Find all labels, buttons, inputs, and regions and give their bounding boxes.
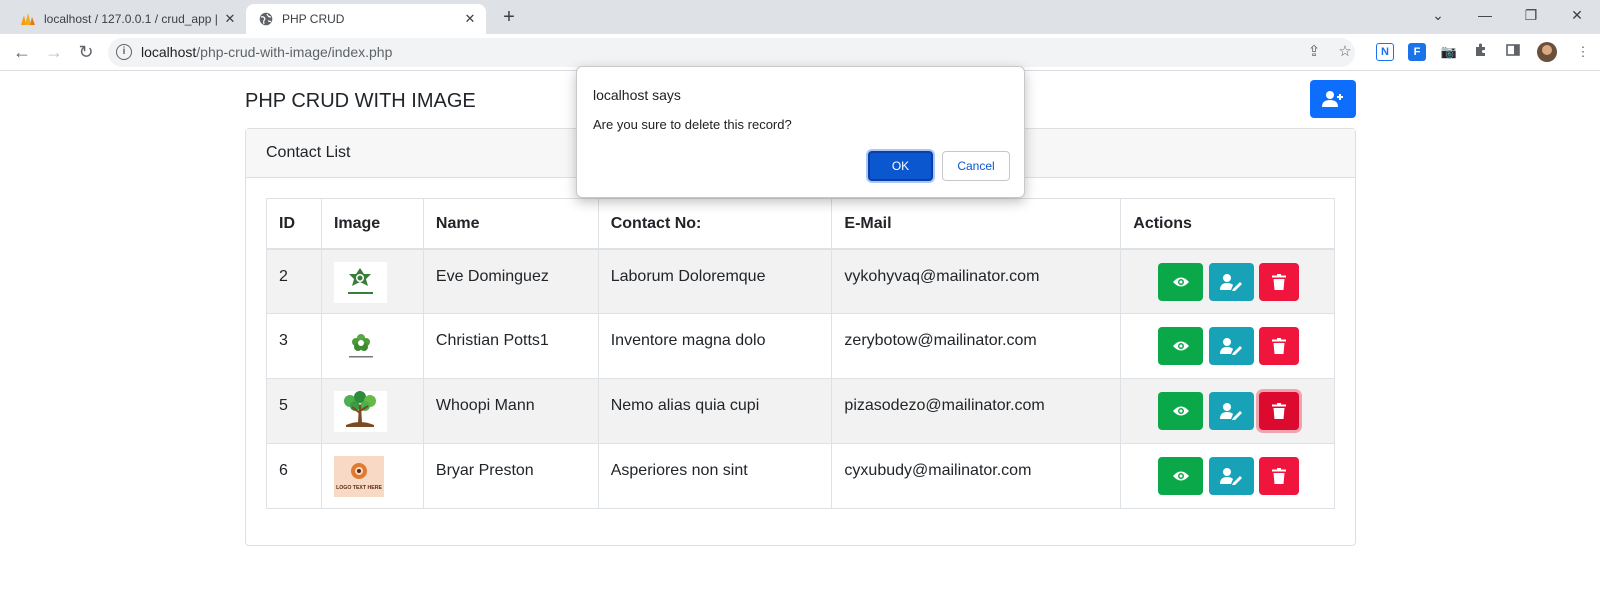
trash-icon — [1272, 338, 1287, 354]
logo-text: LOGO TEXT HERE — [336, 485, 382, 491]
user-edit-icon — [1220, 468, 1243, 485]
contact-cell: Nemo alias quia cupi — [597, 378, 833, 444]
edit-button[interactable] — [1208, 327, 1254, 365]
eye-icon — [1172, 471, 1189, 481]
browser-tab-bar: localhost / 127.0.0.1 / crud_app | ✕ PHP… — [0, 0, 1600, 34]
trash-icon — [1272, 468, 1287, 484]
tab-search-icon[interactable]: ⌄ — [1426, 4, 1450, 26]
contact-image — [333, 326, 387, 367]
user-edit-icon — [1220, 338, 1243, 355]
email-cell: zerybotow@mailinator.com — [831, 313, 1122, 379]
bookmark-star-icon[interactable]: ☆ — [1336, 43, 1354, 61]
column-header: E-Mail — [831, 198, 1122, 250]
eye-icon — [1172, 277, 1189, 286]
user-edit-icon — [1220, 273, 1243, 291]
back-icon[interactable]: ← — [10, 40, 34, 64]
avatar[interactable] — [1537, 42, 1557, 62]
ok-button[interactable]: OK — [868, 151, 933, 181]
edit-button[interactable] — [1208, 392, 1254, 430]
edit-button[interactable] — [1208, 457, 1254, 495]
puzzle-icon[interactable] — [1471, 42, 1491, 62]
delete-button[interactable] — [1259, 327, 1300, 365]
edit-button[interactable] — [1208, 262, 1254, 301]
table-row: 2 Eve Dominguez Laborum Doloremque vykoh… — [266, 248, 1335, 314]
name-cell: Eve Dominguez — [422, 248, 599, 314]
column-header: Actions — [1120, 198, 1335, 250]
contact-image — [333, 261, 387, 303]
add-user-button[interactable] — [1310, 80, 1356, 118]
tab-title: localhost / 127.0.0.1 / crud_app | — [44, 12, 218, 26]
id-cell: 6 — [266, 443, 322, 509]
globe-icon — [258, 11, 274, 27]
contact-cell: Laborum Doloremque — [597, 248, 833, 314]
info-icon[interactable]: i — [116, 44, 132, 60]
contact-table: ID Image Name Contact No: E-Mail Actions… — [266, 198, 1335, 509]
name-cell: Bryar Preston — [422, 443, 599, 509]
restore-icon[interactable]: ❐ — [1519, 4, 1543, 26]
contact-cell: Inventore magna dolo — [597, 313, 833, 379]
name-cell: Whoopi Mann — [422, 378, 599, 444]
view-button[interactable] — [1158, 327, 1204, 365]
extension-f-icon[interactable]: F — [1408, 43, 1426, 61]
trash-icon — [1272, 273, 1287, 290]
delete-button[interactable] — [1259, 262, 1300, 301]
table-row: 6 LOGO TEXT HERE Bryar Preston Asperiore… — [266, 443, 1335, 509]
table-header-row: ID Image Name Contact No: E-Mail Actions — [266, 198, 1335, 250]
contact-image — [333, 391, 387, 432]
dialog-message: Are you sure to delete this record? — [593, 117, 792, 132]
reload-icon[interactable]: ↻ — [74, 40, 98, 64]
delete-button[interactable] — [1259, 392, 1300, 430]
column-header: Image — [320, 198, 424, 250]
view-button[interactable] — [1158, 262, 1204, 301]
table-row: 3 Christian Potts1 Inventore magna dolo — [266, 313, 1335, 379]
contact-image: LOGO TEXT HERE — [333, 456, 384, 497]
tab-php-crud[interactable]: PHP CRUD ✕ — [246, 4, 486, 34]
contact-cell: Asperiores non sint — [597, 443, 833, 509]
eye-icon — [1172, 341, 1189, 351]
email-cell: pizasodezo@mailinator.com — [831, 378, 1122, 444]
dialog-title: localhost says — [593, 87, 681, 103]
close-icon[interactable]: ✕ — [222, 11, 238, 27]
tab-title: PHP CRUD — [282, 12, 345, 26]
url-text[interactable]: localhost/php-crud-with-image/index.php — [141, 44, 392, 60]
phpmyadmin-icon — [20, 11, 36, 27]
close-window-icon[interactable]: ✕ — [1565, 4, 1589, 26]
trash-icon — [1272, 403, 1287, 419]
name-cell: Christian Potts1 — [422, 313, 599, 379]
page-title: PHP CRUD WITH IMAGE — [245, 90, 476, 112]
tab-phpmyadmin[interactable]: localhost / 127.0.0.1 / crud_app | ✕ — [8, 4, 246, 34]
view-button[interactable] — [1158, 457, 1204, 495]
id-cell: 2 — [266, 248, 322, 314]
id-cell: 5 — [266, 378, 322, 444]
minimize-icon[interactable]: — — [1473, 4, 1497, 26]
close-icon[interactable]: ✕ — [462, 11, 478, 27]
table-row: 5 Whoopi Mann Nemo alias quia cupi pizas… — [266, 378, 1335, 444]
extension-n-icon[interactable]: N — [1376, 43, 1394, 61]
email-cell: vykohyvaq@mailinator.com — [831, 248, 1122, 314]
view-button[interactable] — [1158, 392, 1204, 430]
share-icon[interactable]: ⇪ — [1305, 43, 1323, 61]
user-edit-icon — [1220, 403, 1243, 420]
address-bar[interactable]: i localhost/php-crud-with-image/index.ph… — [108, 38, 1355, 67]
column-header: ID — [266, 198, 322, 250]
eye-icon — [1172, 406, 1189, 416]
side-panel-icon[interactable] — [1503, 42, 1523, 62]
user-plus-icon — [1322, 91, 1343, 107]
email-cell: cyxubudy@mailinator.com — [831, 443, 1122, 509]
forward-icon[interactable]: → — [42, 40, 66, 64]
new-tab-icon[interactable]: + — [497, 6, 521, 30]
menu-icon[interactable]: ⋮ — [1573, 42, 1593, 62]
camera-icon[interactable]: 📷 — [1439, 42, 1459, 62]
delete-button[interactable] — [1259, 457, 1300, 495]
cancel-button[interactable]: Cancel — [942, 151, 1010, 181]
confirm-dialog: localhost says Are you sure to delete th… — [576, 66, 1025, 198]
id-cell: 3 — [266, 313, 322, 379]
column-header: Contact No: — [597, 198, 833, 250]
column-header: Name — [422, 198, 599, 250]
